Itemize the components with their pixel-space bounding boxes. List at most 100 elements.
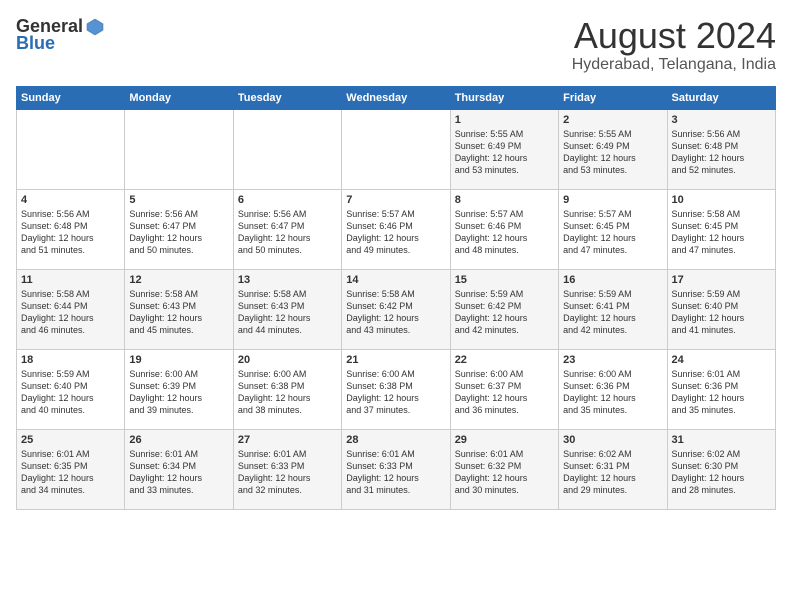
day-info: Sunrise: 5:57 AM Sunset: 6:46 PM Dayligh… [455,208,554,257]
day-number: 28 [346,434,445,446]
calendar-cell: 17 Sunrise: 5:59 AM Sunset: 6:40 PM Dayli… [667,269,775,349]
day-number: 1 [455,114,554,126]
day-number: 6 [238,194,337,206]
day-number: 9 [563,194,662,206]
day-number: 26 [129,434,228,446]
day-number: 3 [672,114,771,126]
calendar-cell: 26 Sunrise: 6:01 AM Sunset: 6:34 PM Dayli… [125,429,233,509]
weekday-header-saturday: Saturday [667,86,775,109]
day-info: Sunrise: 6:00 AM Sunset: 6:38 PM Dayligh… [346,368,445,417]
calendar-cell: 2Sunrise: 5:55 AM Sunset: 6:49 PM Daylig… [559,109,667,189]
calendar-cell: 31 Sunrise: 6:02 AM Sunset: 6:30 PM Dayli… [667,429,775,509]
day-info: Sunrise: 5:56 AM Sunset: 6:47 PM Dayligh… [129,208,228,257]
calendar-cell: 18 Sunrise: 5:59 AM Sunset: 6:40 PM Dayli… [17,349,125,429]
calendar-cell: 6 Sunrise: 5:56 AM Sunset: 6:47 PM Daylig… [233,189,341,269]
day-number: 25 [21,434,120,446]
day-number: 21 [346,354,445,366]
day-number: 17 [672,274,771,286]
calendar-cell: 13 Sunrise: 5:58 AM Sunset: 6:43 PM Dayli… [233,269,341,349]
day-number: 22 [455,354,554,366]
day-info: Sunrise: 6:02 AM Sunset: 6:30 PM Dayligh… [672,448,771,497]
page-header: General Blue August 2024 Hyderabad, Tela… [16,16,776,74]
calendar-cell: 9 Sunrise: 5:57 AM Sunset: 6:45 PM Daylig… [559,189,667,269]
calendar-cell: 24 Sunrise: 6:01 AM Sunset: 6:36 PM Dayli… [667,349,775,429]
day-info: Sunrise: 6:01 AM Sunset: 6:34 PM Dayligh… [129,448,228,497]
day-number: 5 [129,194,228,206]
day-number: 7 [346,194,445,206]
calendar-cell: 21 Sunrise: 6:00 AM Sunset: 6:38 PM Dayli… [342,349,450,429]
day-info: Sunrise: 6:00 AM Sunset: 6:36 PM Dayligh… [563,368,662,417]
day-info: Sunrise: 5:59 AM Sunset: 6:40 PM Dayligh… [672,288,771,337]
day-number: 16 [563,274,662,286]
day-info: Sunrise: 6:00 AM Sunset: 6:37 PM Dayligh… [455,368,554,417]
day-number: 27 [238,434,337,446]
day-info: Sunrise: 5:59 AM Sunset: 6:42 PM Dayligh… [455,288,554,337]
day-info: Sunrise: 5:59 AM Sunset: 6:41 PM Dayligh… [563,288,662,337]
day-info: Sunrise: 5:56 AM Sunset: 6:47 PM Dayligh… [238,208,337,257]
day-info: Sunrise: 5:55 AM Sunset: 6:49 PM Dayligh… [455,128,554,177]
day-number: 19 [129,354,228,366]
day-info: Sunrise: 6:01 AM Sunset: 6:35 PM Dayligh… [21,448,120,497]
calendar-cell: 7 Sunrise: 5:57 AM Sunset: 6:46 PM Daylig… [342,189,450,269]
calendar-cell: 3 Sunrise: 5:56 AM Sunset: 6:48 PM Daylig… [667,109,775,189]
day-number: 29 [455,434,554,446]
logo: General Blue [16,16,105,54]
calendar-cell: 27Sunrise: 6:01 AM Sunset: 6:33 PM Dayli… [233,429,341,509]
logo-icon [85,17,105,37]
day-info: Sunrise: 5:57 AM Sunset: 6:46 PM Dayligh… [346,208,445,257]
weekday-header-wednesday: Wednesday [342,86,450,109]
calendar-week-row: 25 Sunrise: 6:01 AM Sunset: 6:35 PM Dayli… [17,429,776,509]
day-info: Sunrise: 5:56 AM Sunset: 6:48 PM Dayligh… [21,208,120,257]
calendar-cell: 15 Sunrise: 5:59 AM Sunset: 6:42 PM Dayli… [450,269,558,349]
calendar-cell: 20Sunrise: 6:00 AM Sunset: 6:38 PM Dayli… [233,349,341,429]
day-info: Sunrise: 5:58 AM Sunset: 6:45 PM Dayligh… [672,208,771,257]
calendar-cell: 11 Sunrise: 5:58 AM Sunset: 6:44 PM Dayli… [17,269,125,349]
day-number: 11 [21,274,120,286]
calendar-cell [17,109,125,189]
day-number: 18 [21,354,120,366]
day-number: 31 [672,434,771,446]
calendar-week-row: 18 Sunrise: 5:59 AM Sunset: 6:40 PM Dayli… [17,349,776,429]
calendar-cell: 4 Sunrise: 5:56 AM Sunset: 6:48 PM Daylig… [17,189,125,269]
calendar-cell: 25 Sunrise: 6:01 AM Sunset: 6:35 PM Dayli… [17,429,125,509]
day-number: 10 [672,194,771,206]
weekday-header-friday: Friday [559,86,667,109]
day-number: 24 [672,354,771,366]
day-info: Sunrise: 6:01 AM Sunset: 6:32 PM Dayligh… [455,448,554,497]
location: Hyderabad, Telangana, India [572,56,776,74]
day-info: Sunrise: 6:00 AM Sunset: 6:39 PM Dayligh… [129,368,228,417]
calendar-cell: 29 Sunrise: 6:01 AM Sunset: 6:32 PM Dayli… [450,429,558,509]
calendar-cell: 14 Sunrise: 5:58 AM Sunset: 6:42 PM Dayli… [342,269,450,349]
day-info: Sunrise: 5:58 AM Sunset: 6:43 PM Dayligh… [238,288,337,337]
day-number: 4 [21,194,120,206]
calendar-table: SundayMondayTuesdayWednesdayThursdayFrid… [16,86,776,510]
calendar-week-row: 4 Sunrise: 5:56 AM Sunset: 6:48 PM Daylig… [17,189,776,269]
calendar-cell: 10 Sunrise: 5:58 AM Sunset: 6:45 PM Dayli… [667,189,775,269]
day-info: Sunrise: 6:01 AM Sunset: 6:36 PM Dayligh… [672,368,771,417]
day-info: Sunrise: 6:01 AM Sunset: 6:33 PM Dayligh… [346,448,445,497]
calendar-cell: 22 Sunrise: 6:00 AM Sunset: 6:37 PM Dayli… [450,349,558,429]
day-number: 15 [455,274,554,286]
logo-blue: Blue [16,33,55,54]
day-number: 8 [455,194,554,206]
day-number: 14 [346,274,445,286]
day-number: 2 [563,114,662,126]
weekday-header-thursday: Thursday [450,86,558,109]
calendar-week-row: 11 Sunrise: 5:58 AM Sunset: 6:44 PM Dayli… [17,269,776,349]
day-info: Sunrise: 5:58 AM Sunset: 6:44 PM Dayligh… [21,288,120,337]
calendar-cell: 28 Sunrise: 6:01 AM Sunset: 6:33 PM Dayli… [342,429,450,509]
day-number: 30 [563,434,662,446]
day-number: 13 [238,274,337,286]
calendar-cell: 12Sunrise: 5:58 AM Sunset: 6:43 PM Dayli… [125,269,233,349]
calendar-cell: 23 Sunrise: 6:00 AM Sunset: 6:36 PM Dayli… [559,349,667,429]
day-number: 23 [563,354,662,366]
day-info: Sunrise: 5:57 AM Sunset: 6:45 PM Dayligh… [563,208,662,257]
day-info: Sunrise: 5:58 AM Sunset: 6:42 PM Dayligh… [346,288,445,337]
title-block: August 2024 Hyderabad, Telangana, India [572,16,776,74]
calendar-cell: 5 Sunrise: 5:56 AM Sunset: 6:47 PM Daylig… [125,189,233,269]
calendar-week-row: 1 Sunrise: 5:55 AM Sunset: 6:49 PM Daylig… [17,109,776,189]
calendar-cell: 1 Sunrise: 5:55 AM Sunset: 6:49 PM Daylig… [450,109,558,189]
day-info: Sunrise: 5:59 AM Sunset: 6:40 PM Dayligh… [21,368,120,417]
day-info: Sunrise: 6:00 AM Sunset: 6:38 PM Dayligh… [238,368,337,417]
day-info: Sunrise: 5:56 AM Sunset: 6:48 PM Dayligh… [672,128,771,177]
